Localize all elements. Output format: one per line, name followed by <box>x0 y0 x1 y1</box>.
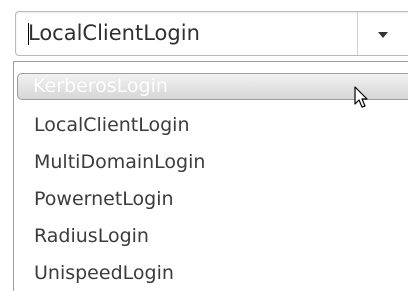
login-type-combobox[interactable]: LocalClientLogin <box>15 11 408 56</box>
list-item-label: KerberosLogin <box>33 75 168 97</box>
list-item-powernetlogin[interactable]: PowernetLogin <box>34 183 174 215</box>
mouse-pointer-icon <box>354 86 368 108</box>
list-item-localclientlogin[interactable]: LocalClientLogin <box>34 109 190 141</box>
chevron-down-icon <box>378 32 388 38</box>
dropdown-button[interactable] <box>358 12 408 55</box>
text-caret <box>28 23 29 45</box>
list-item-kerberoslogin[interactable]: KerberosLogin <box>17 73 408 100</box>
list-item-unispeedlogin[interactable]: UnispeedLogin <box>34 257 174 289</box>
combobox-value[interactable]: LocalClientLogin <box>28 12 200 55</box>
list-item-radiuslogin[interactable]: RadiusLogin <box>34 220 149 252</box>
list-item-multidomainlogin[interactable]: MultiDomainLogin <box>34 146 205 178</box>
